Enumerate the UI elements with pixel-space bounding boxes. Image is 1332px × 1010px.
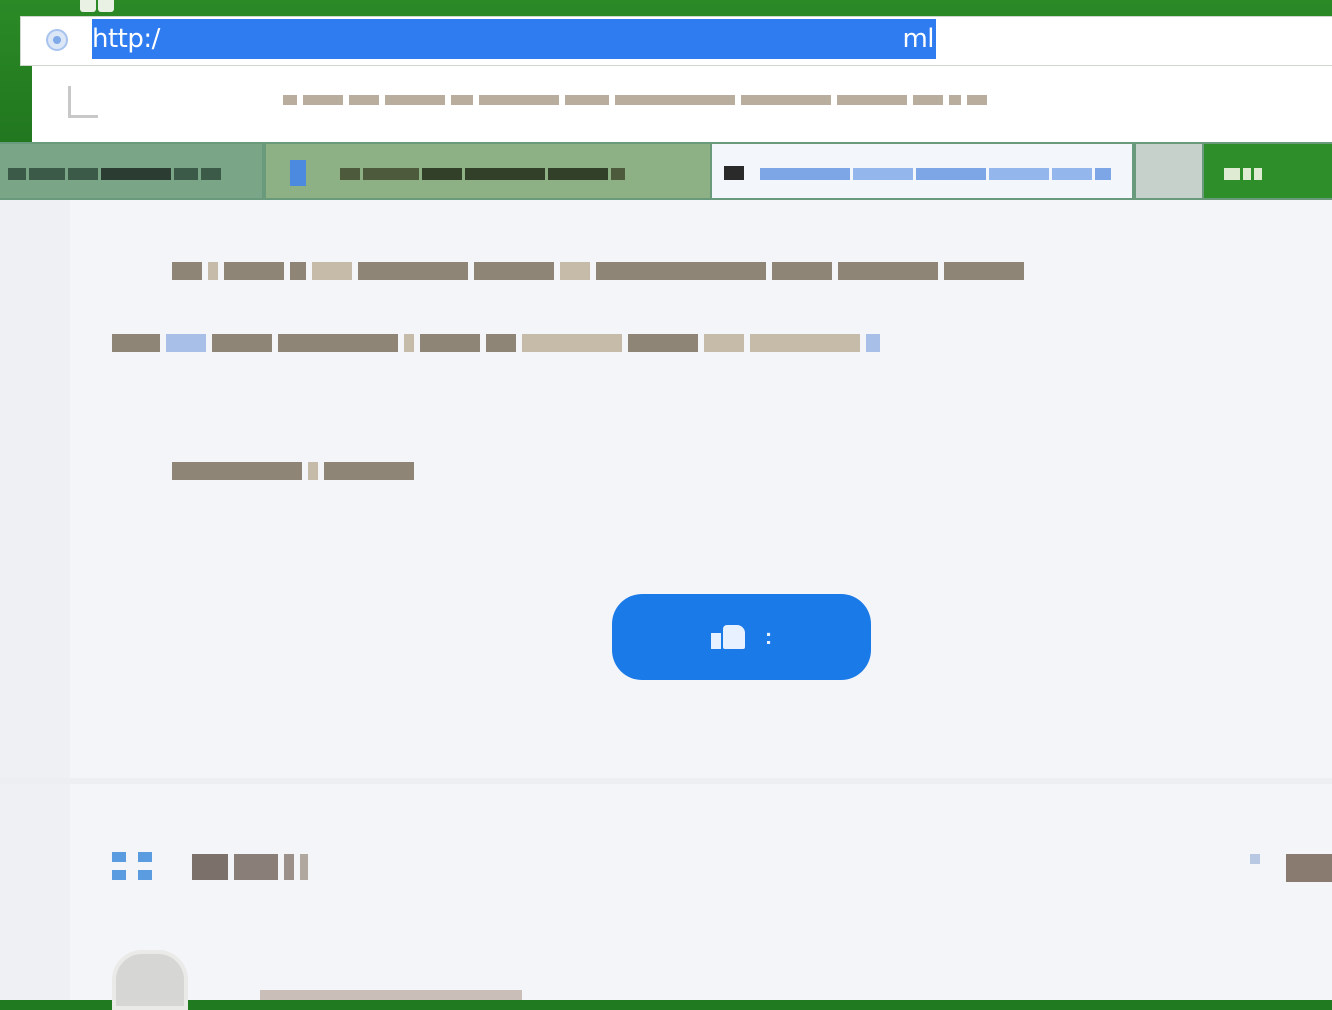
comments-title-blurred (192, 854, 308, 880)
tab-label-blurred (1224, 166, 1265, 182)
comment-preview-text (260, 990, 522, 1000)
top-tab-strip (80, 0, 114, 12)
site-info-icon[interactable] (46, 29, 68, 51)
page-icon (68, 86, 98, 118)
tab-label-blurred (760, 166, 1114, 182)
top-tab[interactable] (80, 0, 96, 12)
avatar-icon (112, 950, 188, 1010)
comment-icon (112, 852, 152, 882)
like-button[interactable]: : (612, 594, 871, 680)
browser-tab[interactable] (1136, 144, 1202, 198)
page-left-margin (0, 200, 70, 1000)
tab-favicon (290, 160, 306, 186)
comment-sort-link[interactable] (1250, 850, 1332, 884)
top-tab[interactable] (98, 0, 114, 12)
paragraph-3 (172, 462, 432, 480)
tab-favicon (724, 166, 744, 180)
url-suffix: ml (902, 24, 934, 54)
url-text[interactable]: http:/ ml (92, 19, 936, 59)
url-prefix: http:/ (92, 24, 160, 54)
tab-label-blurred (340, 166, 628, 182)
like-count: : (764, 624, 773, 649)
tab-label-blurred (8, 166, 224, 182)
comments-header (112, 852, 308, 882)
thumbs-up-icon (710, 625, 747, 649)
paragraph-1 (172, 262, 1332, 280)
section-divider (0, 778, 1332, 784)
paragraph-2 (112, 334, 1052, 352)
page-title-blurred (280, 90, 1100, 110)
